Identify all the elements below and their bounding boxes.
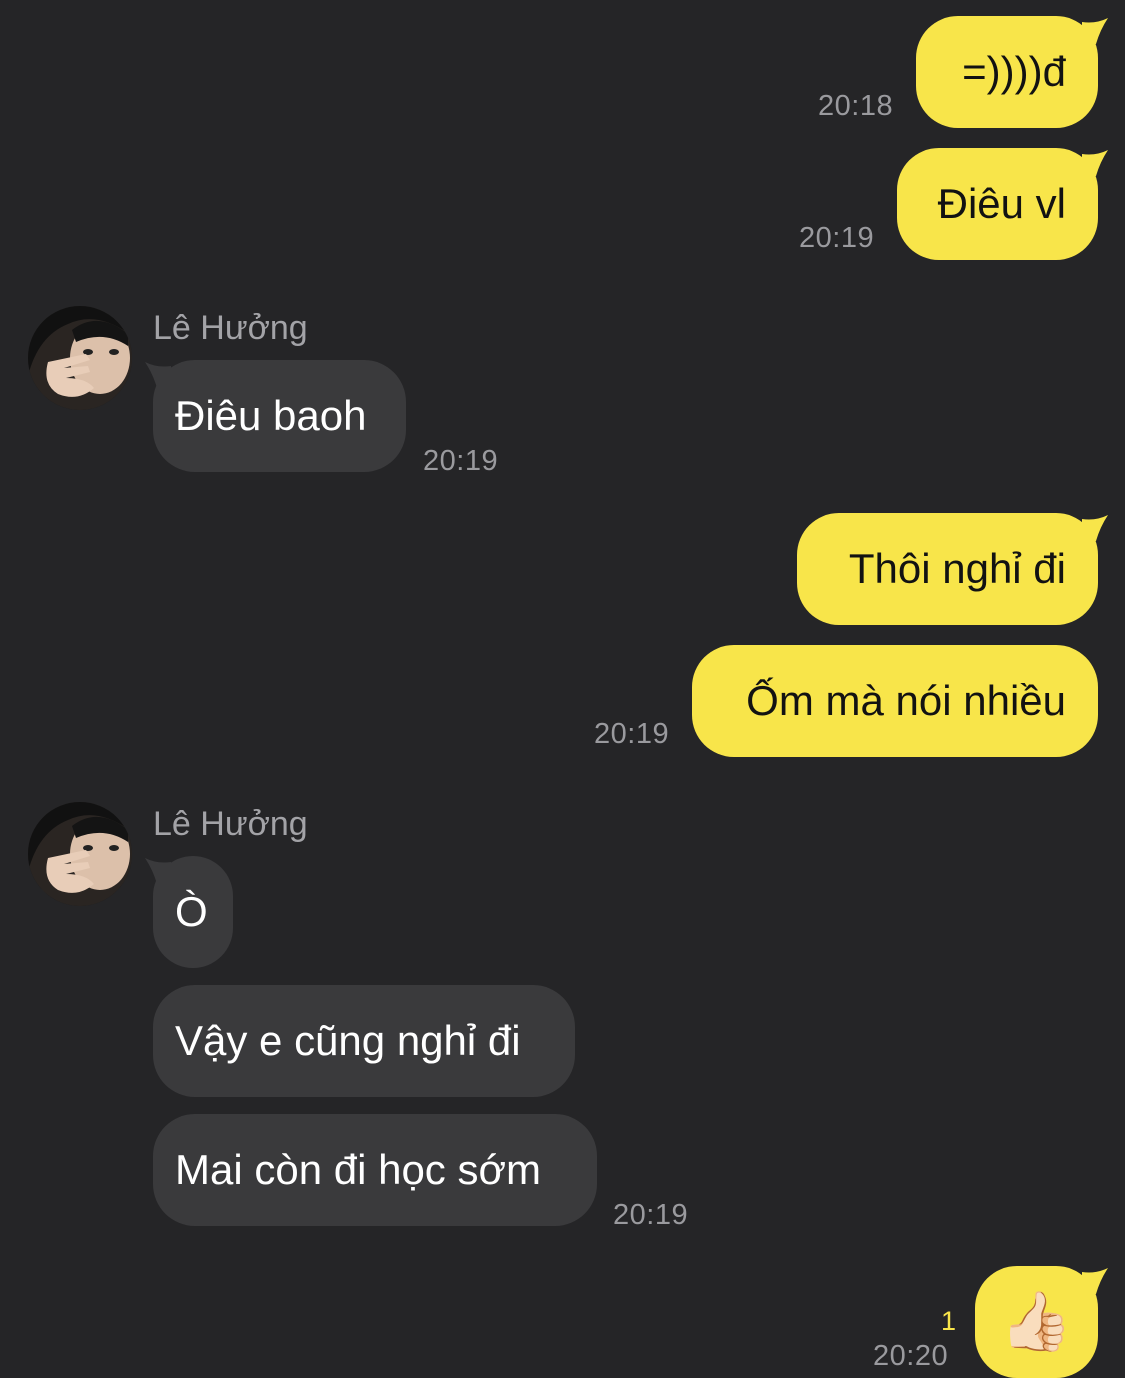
message-text: =))))đ [962, 48, 1066, 95]
thumbs-up-icon: 👍🏻 [1000, 1289, 1073, 1354]
message-text: Vậy e cũng nghỉ đi [175, 1017, 521, 1064]
message-bubble-theirs[interactable]: Mai còn đi học sớm [153, 1114, 597, 1226]
message-text: Mai còn đi học sớm [175, 1146, 542, 1193]
message-text: Điêu vl [937, 180, 1066, 227]
message-bubble-theirs[interactable]: Ò [153, 856, 233, 968]
message-text: Ò [175, 888, 208, 935]
unread-count: 1 [941, 1306, 957, 1336]
message-text: Ốm mà nói nhiều [746, 677, 1066, 724]
message-timestamp: 20:19 [799, 222, 875, 254]
sender-name: Lê Hưởng [153, 805, 308, 843]
avatar-photo-icon [28, 802, 132, 906]
message-text: Thôi nghỉ đi [848, 545, 1066, 592]
avatar[interactable] [28, 306, 132, 410]
sender-name: Lê Hưởng [153, 309, 308, 347]
message-bubble-mine[interactable]: =))))đ [916, 16, 1098, 128]
message-bubble-mine[interactable]: Thôi nghỉ đi [797, 513, 1098, 625]
message-timestamp: 20:19 [594, 718, 670, 750]
message-bubble-mine[interactable]: 👍🏻 [975, 1266, 1098, 1378]
avatar-photo-icon [28, 306, 132, 410]
message-timestamp: 20:18 [818, 90, 894, 122]
message-bubble-mine[interactable]: Ốm mà nói nhiều [692, 645, 1098, 757]
message-bubble-theirs[interactable]: Điêu baoh [153, 360, 406, 472]
message-timestamp: 20:20 [873, 1340, 949, 1372]
message-timestamp: 20:19 [423, 445, 499, 477]
message-timestamp: 20:19 [613, 1199, 689, 1231]
message-bubble-theirs[interactable]: Vậy e cũng nghỉ đi [153, 985, 575, 1097]
message-text: Điêu baoh [175, 392, 367, 439]
avatar[interactable] [28, 802, 132, 906]
message-bubble-mine[interactable]: Điêu vl [897, 148, 1098, 260]
